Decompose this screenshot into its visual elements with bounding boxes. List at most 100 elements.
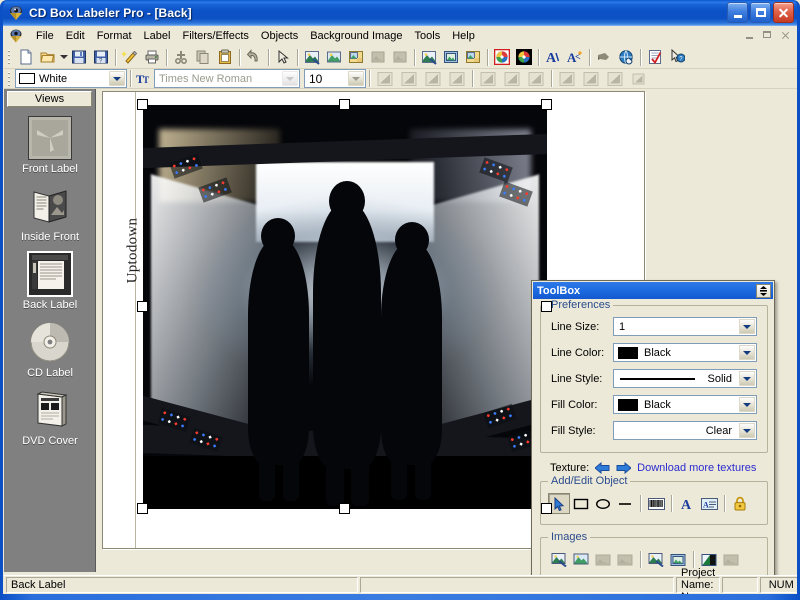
chevron-down-icon[interactable] bbox=[109, 71, 125, 86]
text-box-tool-icon[interactable]: A bbox=[698, 493, 720, 514]
bring-front-icon[interactable] bbox=[555, 69, 579, 89]
image-remove-icon[interactable] bbox=[367, 47, 389, 68]
insert-image-icon[interactable] bbox=[548, 549, 570, 570]
menu-file[interactable]: File bbox=[30, 27, 60, 45]
menu-filters-effects[interactable]: Filters/Effects bbox=[176, 27, 254, 45]
chevron-down-icon[interactable] bbox=[348, 71, 364, 86]
sidebar-item-cd-label[interactable]: CD Label bbox=[4, 320, 96, 379]
send-back-icon[interactable] bbox=[579, 69, 603, 89]
text-tool-icon[interactable]: A bbox=[676, 493, 698, 514]
save-icon[interactable] bbox=[68, 47, 90, 68]
align-justify-icon[interactable] bbox=[445, 69, 469, 89]
cd-black-icon[interactable] bbox=[513, 47, 535, 68]
cursor-hand-icon[interactable] bbox=[593, 47, 615, 68]
chevron-down-icon[interactable] bbox=[739, 423, 755, 438]
fill-style-combo[interactable]: Clear bbox=[613, 421, 757, 440]
copy-icon[interactable] bbox=[192, 47, 214, 68]
align-center-icon[interactable] bbox=[397, 69, 421, 89]
selection-handle-mr[interactable] bbox=[541, 301, 552, 312]
rectangle-tool-icon[interactable] bbox=[570, 493, 592, 514]
lock-tool-icon[interactable] bbox=[729, 493, 751, 514]
undo-icon[interactable] bbox=[243, 47, 265, 68]
new-icon[interactable] bbox=[15, 47, 37, 68]
insert-image-icon[interactable] bbox=[301, 47, 323, 68]
paste-icon[interactable] bbox=[214, 47, 236, 68]
internet-icon[interactable] bbox=[615, 47, 637, 68]
download-textures-link[interactable]: Download more textures bbox=[637, 462, 756, 474]
line-color-combo[interactable]: Black bbox=[613, 343, 757, 362]
print-icon[interactable] bbox=[141, 47, 163, 68]
wizard-icon[interactable] bbox=[119, 47, 141, 68]
mdi-close-button[interactable] bbox=[778, 28, 793, 42]
ungroup-icon[interactable] bbox=[627, 69, 651, 89]
picture-icon[interactable] bbox=[570, 549, 592, 570]
chevron-down-icon[interactable] bbox=[739, 397, 755, 412]
selection-handle-bc[interactable] bbox=[339, 503, 350, 514]
selection-handle-bl[interactable] bbox=[137, 503, 148, 514]
image-effects-icon[interactable] bbox=[418, 47, 440, 68]
align-top-icon[interactable] bbox=[476, 69, 500, 89]
menu-label[interactable]: Label bbox=[138, 27, 177, 45]
align-bottom-icon[interactable] bbox=[524, 69, 548, 89]
cd-red-icon[interactable] bbox=[491, 47, 513, 68]
menu-help[interactable]: Help bbox=[446, 27, 481, 45]
texture-next-icon[interactable] bbox=[616, 461, 632, 475]
picture-icon[interactable] bbox=[323, 47, 345, 68]
color-combo[interactable]: White bbox=[15, 69, 127, 88]
chevron-down-icon[interactable] bbox=[282, 71, 298, 86]
close-button[interactable] bbox=[773, 2, 794, 23]
selection-handle-tr[interactable] bbox=[541, 99, 552, 110]
help-arrow-icon[interactable]: ? bbox=[666, 47, 688, 68]
minimize-button[interactable] bbox=[727, 2, 748, 23]
image-export-icon[interactable] bbox=[462, 47, 484, 68]
label-canvas[interactable] bbox=[143, 105, 547, 509]
line-size-combo[interactable]: 1 bbox=[613, 317, 757, 336]
text-effects-icon[interactable]: A < bbox=[564, 47, 586, 68]
menu-tools[interactable]: Tools bbox=[409, 27, 447, 45]
menu-format[interactable]: Format bbox=[91, 27, 138, 45]
text-tool-icon[interactable]: A bbox=[542, 47, 564, 68]
align-left-icon[interactable] bbox=[373, 69, 397, 89]
open-dropdown-icon[interactable] bbox=[59, 47, 68, 68]
toolbar-grip[interactable] bbox=[6, 70, 13, 88]
menu-edit[interactable]: Edit bbox=[60, 27, 91, 45]
selection-handle-ml[interactable] bbox=[137, 301, 148, 312]
cut-icon[interactable] bbox=[170, 47, 192, 68]
selection-handle-tc[interactable] bbox=[339, 99, 350, 110]
chevron-down-icon[interactable] bbox=[739, 319, 755, 334]
align-middle-icon[interactable] bbox=[500, 69, 524, 89]
line-tool-icon[interactable] bbox=[614, 493, 636, 514]
background-image-icon[interactable] bbox=[645, 549, 667, 570]
select-arrow-icon[interactable] bbox=[272, 47, 294, 68]
background-image[interactable] bbox=[143, 105, 547, 509]
align-right-icon[interactable] bbox=[421, 69, 445, 89]
chevron-down-icon[interactable] bbox=[739, 371, 755, 386]
group-icon[interactable] bbox=[603, 69, 627, 89]
mdi-minimize-button[interactable] bbox=[742, 28, 757, 42]
texture-prev-icon[interactable] bbox=[595, 461, 610, 475]
rollup-button[interactable] bbox=[756, 283, 771, 298]
image-remove2-icon[interactable] bbox=[389, 47, 411, 68]
menu-background-image[interactable]: Background Image bbox=[304, 27, 408, 45]
fill-color-combo[interactable]: Black bbox=[613, 395, 757, 414]
chevron-down-icon[interactable] bbox=[739, 345, 755, 360]
ellipse-tool-icon[interactable] bbox=[592, 493, 614, 514]
font-size-combo[interactable]: 10 bbox=[304, 69, 366, 88]
toolbox-title-bar[interactable]: ToolBox bbox=[533, 282, 773, 299]
save-as-icon[interactable]: ? bbox=[90, 47, 112, 68]
background-image-icon[interactable] bbox=[345, 47, 367, 68]
sidebar-item-front-label[interactable]: Front Label bbox=[4, 116, 96, 175]
sidebar-item-dvd-cover[interactable]: DVD Cover bbox=[4, 388, 96, 447]
checklist-icon[interactable] bbox=[644, 47, 666, 68]
selection-handle-tl[interactable] bbox=[137, 99, 148, 110]
menu-objects[interactable]: Objects bbox=[255, 27, 304, 45]
maximize-button[interactable] bbox=[750, 2, 771, 23]
open-icon[interactable] bbox=[37, 47, 59, 68]
sidebar-item-inside-front[interactable]: Inside Front bbox=[4, 184, 96, 243]
selection-handle-br[interactable] bbox=[541, 503, 552, 514]
barcode-tool-icon[interactable] bbox=[645, 493, 667, 514]
toolbox-dialog[interactable]: ToolBox Preferences Line Size: 1 Line Co… bbox=[531, 280, 775, 588]
mdi-restore-button[interactable] bbox=[760, 28, 775, 42]
image-frame-icon[interactable] bbox=[440, 47, 462, 68]
font-combo[interactable]: Times New Roman bbox=[154, 69, 300, 88]
